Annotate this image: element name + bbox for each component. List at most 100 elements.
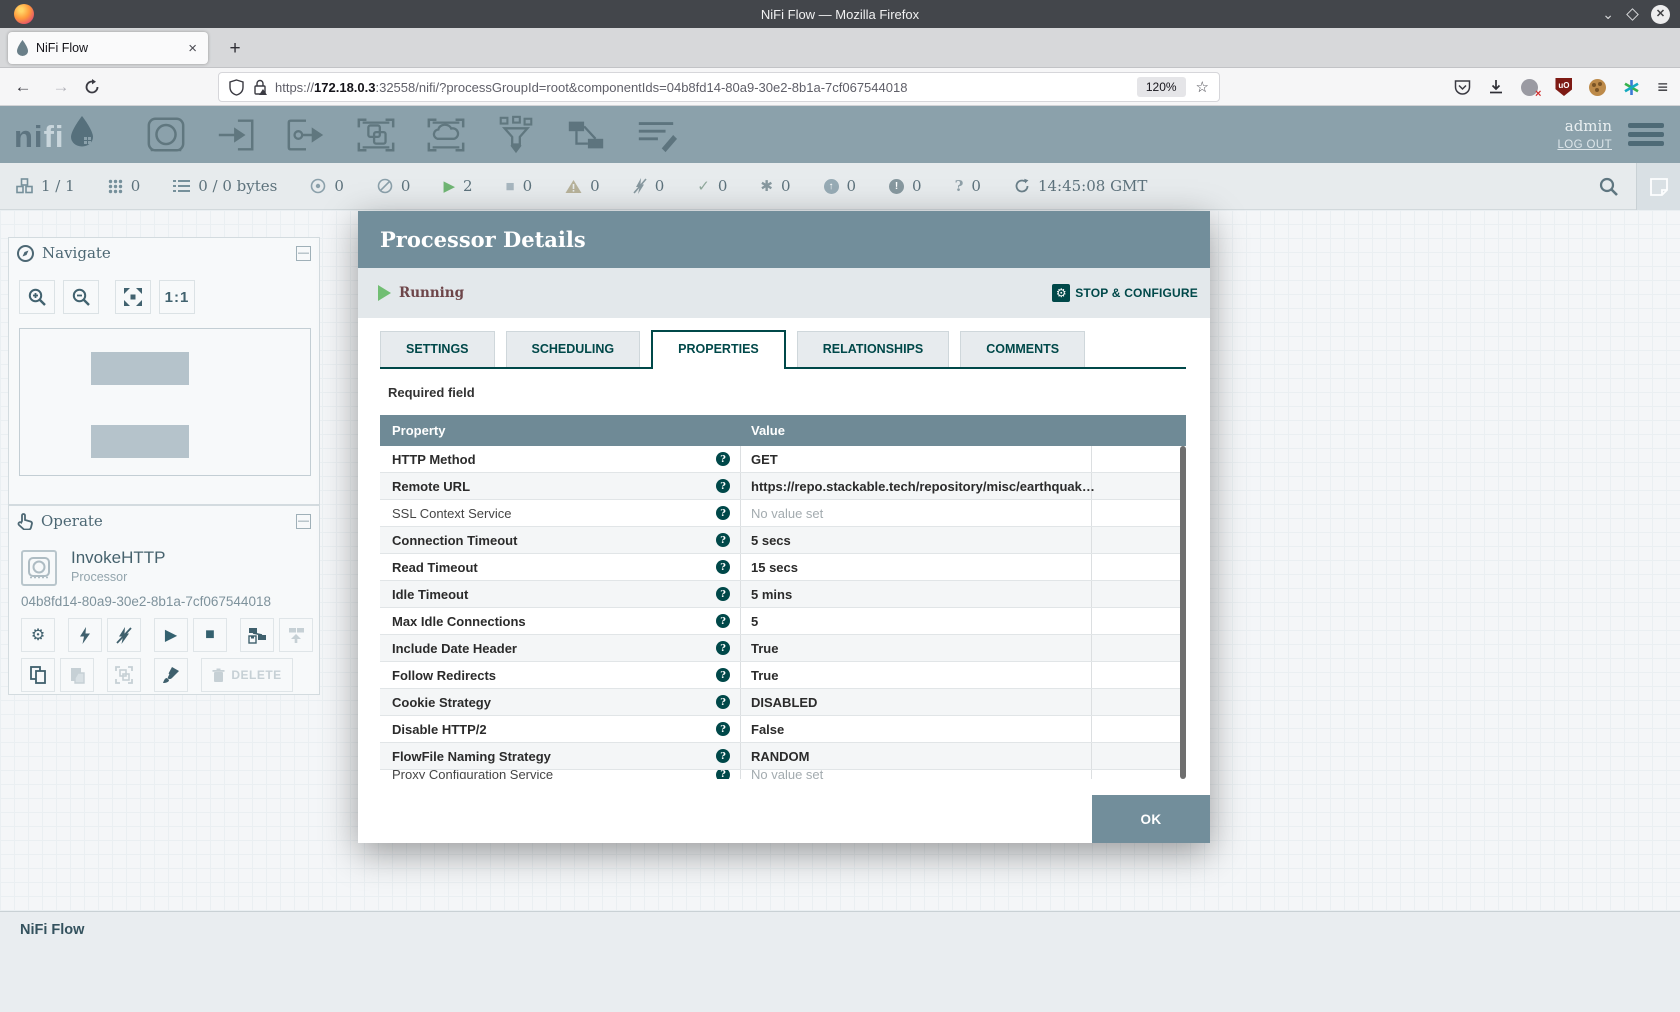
close-button[interactable]: ✕ [1651, 5, 1670, 24]
property-row: HTTP Method?GET [380, 446, 1186, 473]
input-port-component-icon[interactable] [213, 113, 259, 157]
help-icon[interactable]: ? [716, 560, 730, 574]
nifi-favicon [16, 40, 29, 56]
label-component-icon[interactable] [633, 113, 679, 157]
download-icon[interactable] [1488, 79, 1504, 95]
status-refresh[interactable]: 14:45:08 GMT [1014, 177, 1147, 195]
running-status-label: Running [399, 285, 464, 301]
zoom-fit-button[interactable] [115, 280, 151, 314]
new-tab-button[interactable]: + [222, 36, 248, 62]
disable-button[interactable] [107, 618, 141, 652]
nifi-status-bar: 1 / 1 0 0 / 0 bytes 0 0 ▶ 2 ■ 0 0 0 ✓ 0 … [0, 163, 1680, 210]
url-bar[interactable]: https://172.18.0.3:32558/nifi/?processGr… [218, 72, 1220, 102]
property-name: SSL Context Service? [380, 500, 741, 526]
upload-template-button[interactable] [279, 618, 313, 652]
property-extra-cell [1092, 473, 1186, 499]
help-icon[interactable]: ? [716, 533, 730, 547]
collapse-operate-button[interactable]: — [296, 514, 311, 529]
selected-component-id[interactable]: 04b8fd14-80a9-30e2-8b1a-7cf067544018 [21, 594, 271, 609]
help-icon[interactable]: ? [716, 641, 730, 655]
process-group-component-icon[interactable] [353, 113, 399, 157]
delete-button[interactable]: DELETE [201, 658, 293, 692]
start-button[interactable]: ▶ [154, 618, 188, 652]
shield-icon[interactable] [229, 79, 244, 96]
threads-grid-icon [108, 179, 123, 194]
search-icon[interactable] [1599, 177, 1618, 196]
create-template-button[interactable] [240, 618, 274, 652]
property-column-header: Property [380, 423, 741, 438]
zoom-actual-size-button[interactable]: 1:1 [159, 280, 195, 314]
bulletin-board-button[interactable] [1636, 163, 1680, 210]
help-icon[interactable]: ? [716, 770, 730, 779]
bookmark-star-icon[interactable]: ☆ [1196, 78, 1209, 96]
help-icon[interactable]: ? [716, 452, 730, 466]
dialog-title: Processor Details [380, 227, 586, 252]
copy-button[interactable] [21, 658, 55, 692]
output-port-component-icon[interactable] [283, 113, 329, 157]
tab-relationships[interactable]: RELATIONSHIPS [797, 331, 949, 367]
property-extra-cell [1092, 662, 1186, 688]
property-row: FlowFile Naming Strategy?RANDOM [380, 743, 1186, 770]
help-icon[interactable]: ? [716, 506, 730, 520]
funnel-component-icon[interactable] [493, 113, 539, 157]
ublock-origin-icon[interactable]: uO [1555, 78, 1572, 96]
property-extra-cell [1092, 689, 1186, 715]
properties-table-header: Property Value [380, 415, 1186, 446]
color-button[interactable] [154, 658, 188, 692]
help-icon[interactable]: ? [716, 749, 730, 763]
help-icon[interactable]: ? [716, 587, 730, 601]
ok-button[interactable]: OK [1092, 795, 1210, 843]
collapse-navigate-button[interactable]: — [296, 246, 311, 261]
zoom-in-button[interactable] [19, 280, 55, 314]
processor-component-icon[interactable] [143, 113, 189, 157]
help-icon[interactable]: ? [716, 722, 730, 736]
tab-settings[interactable]: SETTINGS [380, 331, 495, 367]
table-scrollbar[interactable] [1180, 446, 1186, 779]
forward-button[interactable]: → [46, 77, 76, 97]
compass-icon [17, 245, 34, 262]
help-icon[interactable]: ? [716, 479, 730, 493]
paste-button[interactable] [60, 658, 94, 692]
extension-icon[interactable] [1521, 79, 1538, 96]
pocket-icon[interactable] [1454, 79, 1471, 96]
close-tab-icon[interactable]: × [185, 40, 200, 57]
remote-process-group-component-icon[interactable] [423, 113, 469, 157]
breadcrumb[interactable]: NiFi Flow [20, 922, 1680, 938]
tab-comments[interactable]: COMMENTS [960, 331, 1085, 367]
app-menu-button[interactable]: ≡ [1657, 77, 1668, 98]
maximize-button[interactable] [1626, 8, 1639, 21]
stop-button[interactable]: ■ [193, 618, 227, 652]
help-icon[interactable]: ? [716, 695, 730, 709]
enable-button[interactable] [68, 618, 102, 652]
tab-scheduling[interactable]: SCHEDULING [506, 331, 641, 367]
template-component-icon[interactable] [563, 113, 609, 157]
zoom-level-badge[interactable]: 120% [1137, 77, 1186, 97]
lock-warning-icon[interactable] [253, 79, 267, 95]
browser-tab-nifi-flow[interactable]: NiFi Flow × [8, 32, 208, 64]
navigate-title: Navigate [42, 244, 288, 262]
property-extra-cell [1092, 500, 1186, 526]
back-button[interactable]: ← [8, 77, 38, 97]
birdseye-minimap[interactable] [19, 328, 311, 476]
cookie-extension-icon[interactable] [1589, 79, 1606, 96]
property-row: Read Timeout?15 secs [380, 554, 1186, 581]
zoom-out-button[interactable] [63, 280, 99, 314]
question-icon: ? [955, 179, 964, 194]
property-name: HTTP Method? [380, 446, 741, 472]
stop-and-configure-button[interactable]: ⚙ STOP & CONFIGURE [1052, 284, 1198, 302]
minimap-component [91, 425, 189, 458]
reload-button[interactable] [84, 79, 114, 95]
help-icon[interactable]: ? [716, 668, 730, 682]
global-menu-button[interactable] [1628, 119, 1664, 150]
tab-properties[interactable]: PROPERTIES [651, 330, 786, 369]
url-text[interactable]: https://172.18.0.3:32558/nifi/?processGr… [275, 80, 1137, 95]
logout-link[interactable]: LOG OUT [1557, 139, 1612, 151]
zoom-out-icon [72, 288, 90, 306]
operate-hand-icon [17, 513, 33, 530]
minimize-button[interactable]: ⌄ [1602, 7, 1614, 21]
colorful-asterisk-extension-icon[interactable] [1623, 79, 1640, 96]
help-icon[interactable]: ? [716, 614, 730, 628]
status-queued: 0 / 0 bytes [173, 177, 277, 195]
configuration-button[interactable]: ⚙ [21, 618, 55, 652]
group-button[interactable] [107, 658, 141, 692]
